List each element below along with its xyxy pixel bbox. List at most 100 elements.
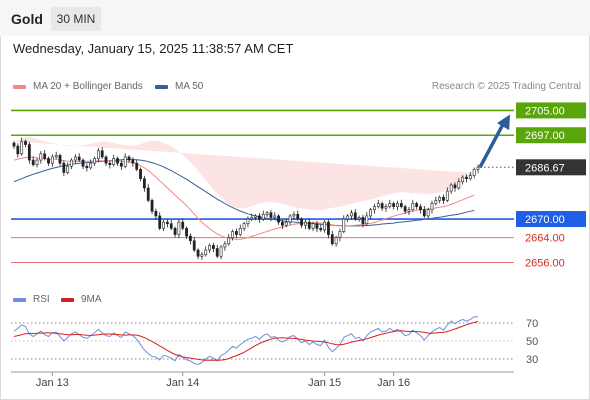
candle-body-93 — [369, 209, 373, 217]
candle-body-104 — [411, 203, 415, 211]
level-label-0: 2705.00 — [525, 105, 565, 117]
x-tick-label-3: Jan 16 — [377, 377, 410, 389]
candle-body-106 — [419, 206, 422, 211]
candle-body-90 — [357, 217, 361, 220]
candle-body-101 — [399, 203, 403, 207]
candle-body-15 — [70, 159, 73, 167]
candle-body-81 — [323, 221, 327, 231]
candle-body-91 — [361, 217, 365, 224]
candle-body-98 — [388, 203, 392, 207]
candle-body-95 — [376, 203, 380, 207]
candle-body-44 — [181, 221, 185, 229]
candle-body-108 — [426, 209, 430, 217]
candle-body-38 — [158, 215, 162, 229]
candle-body-49 — [200, 254, 204, 257]
candle-body-117 — [461, 176, 465, 183]
candle-body-9 — [47, 158, 50, 164]
candle-body-72 — [288, 215, 292, 223]
candle-body-13 — [62, 162, 66, 173]
candle-body-28 — [119, 162, 123, 167]
price-chart: 2705.00 2697.00 2670.00 2664.00 2656.00 2686.… — [11, 102, 586, 389]
candle-body-114 — [449, 184, 453, 192]
candle-body-75 — [300, 218, 304, 226]
candle-body-42 — [173, 228, 177, 235]
candle-body-47 — [192, 240, 196, 251]
bollinger-band — [14, 136, 475, 211]
candle-body-33 — [139, 169, 142, 179]
candle-body-85 — [338, 231, 342, 238]
rsi-tick-50: 50 — [526, 336, 538, 348]
candle-body-52 — [212, 245, 215, 249]
candle-body-111 — [438, 197, 442, 201]
candle-body-65 — [261, 214, 265, 220]
candle-body-96 — [380, 203, 384, 209]
candle-body-3 — [24, 141, 27, 145]
candle-body-22 — [96, 150, 100, 159]
candle-body-53 — [215, 248, 219, 257]
candle-body-34 — [142, 178, 146, 189]
candle-body-39 — [162, 221, 165, 229]
candle-body-94 — [373, 206, 376, 211]
candle-body-76 — [304, 221, 307, 226]
candle-body-30 — [127, 156, 131, 161]
candle-body-8 — [43, 153, 47, 159]
candle-body-55 — [223, 243, 227, 248]
candle-body-115 — [453, 184, 457, 189]
candle-body-61 — [246, 218, 250, 224]
candle-body-11 — [54, 155, 58, 158]
candle-body-113 — [445, 190, 449, 201]
candle-body-97 — [384, 206, 388, 209]
level-label-3: 2664.00 — [525, 233, 565, 245]
candle-body-119 — [468, 175, 472, 179]
candle-body-2 — [20, 141, 24, 155]
candle-body-51 — [208, 245, 211, 251]
candle-body-84 — [334, 237, 338, 245]
candle-body-6 — [35, 159, 39, 166]
candle-body-21 — [93, 158, 96, 164]
candle-body-64 — [258, 215, 261, 220]
candle-body-112 — [442, 197, 445, 201]
candle-body-46 — [188, 235, 192, 242]
x-tick-label-2: Jan 15 — [308, 377, 341, 389]
candle-body-66 — [265, 212, 269, 215]
candle-body-54 — [219, 246, 223, 257]
rsi-tick-30: 30 — [526, 354, 538, 366]
candle-body-60 — [242, 223, 246, 229]
candle-body-80 — [319, 228, 323, 231]
candle-body-69 — [277, 215, 280, 223]
candle-body-5 — [31, 159, 35, 166]
candle-body-7 — [39, 153, 43, 161]
candle-body-70 — [281, 221, 284, 226]
candle-body-68 — [273, 215, 277, 218]
level-label-4: 2656.00 — [525, 257, 565, 269]
candle-body-32 — [135, 162, 139, 170]
x-tick-label-0: Jan 13 — [36, 377, 69, 389]
candle-body-120 — [472, 169, 476, 176]
candle-body-45 — [185, 228, 188, 237]
candle-body-78 — [311, 223, 315, 229]
candle-body-109 — [430, 203, 434, 211]
candle-body-74 — [296, 214, 300, 220]
candle-body-63 — [254, 215, 257, 218]
candle-body-58 — [235, 231, 238, 235]
candle-body-83 — [330, 234, 334, 245]
candle-body-110 — [434, 200, 438, 204]
candle-body-25 — [108, 162, 112, 166]
projection-arrow — [478, 121, 506, 169]
candle-body-10 — [50, 156, 54, 164]
candle-body-79 — [315, 223, 319, 229]
candle-body-88 — [350, 212, 353, 217]
candle-body-87 — [346, 215, 350, 220]
candle-body-14 — [66, 165, 70, 173]
level-label-1: 2697.00 — [525, 130, 565, 142]
candle-body-103 — [407, 209, 411, 212]
candle-body-82 — [327, 221, 330, 235]
candle-body-19 — [85, 165, 89, 169]
candle-body-41 — [169, 223, 173, 229]
candle-body-118 — [465, 176, 468, 179]
candle-body-71 — [284, 221, 288, 226]
candle-body-27 — [116, 158, 119, 164]
candle-body-4 — [27, 144, 31, 161]
candle-body-29 — [123, 156, 127, 167]
candle-body-59 — [238, 228, 242, 235]
